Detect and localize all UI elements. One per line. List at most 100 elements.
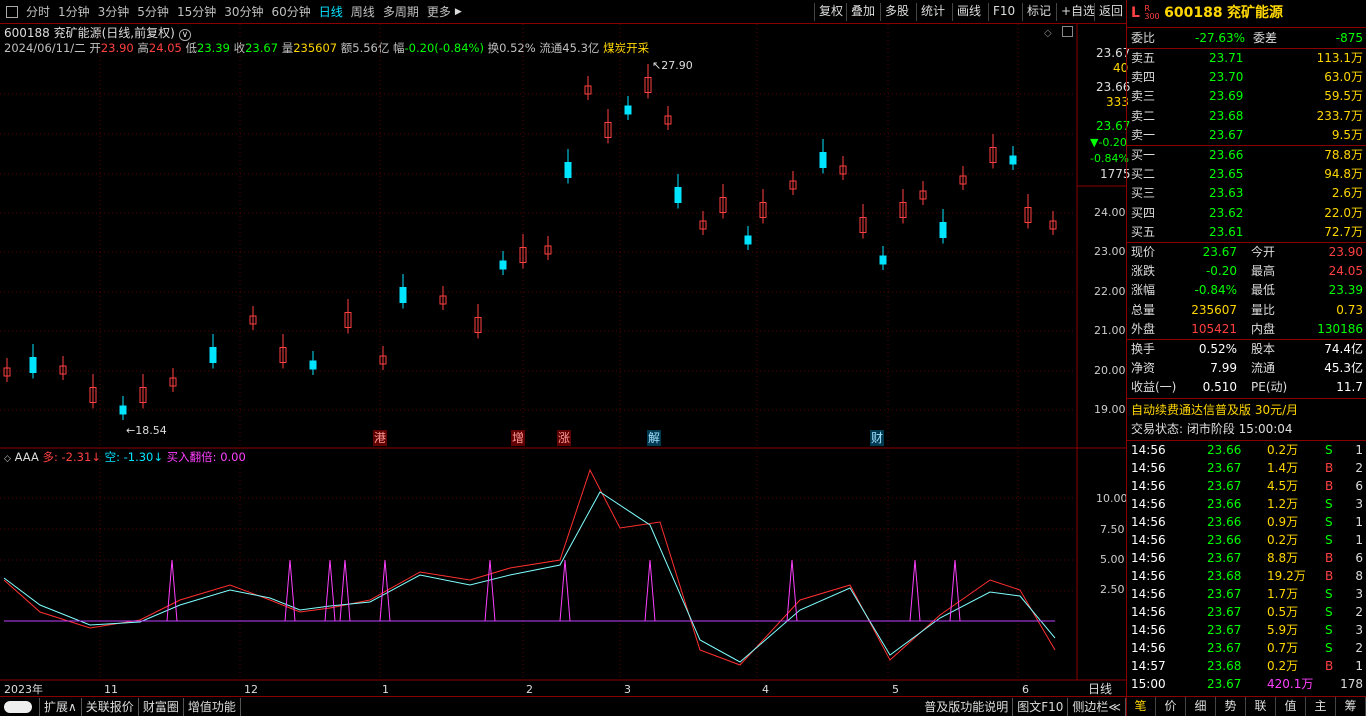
tick-row[interactable]: 14:57 23.68 0.2万 B 1 (1131, 657, 1363, 676)
bid-price: 23.65 (1209, 167, 1244, 182)
related-quote-button[interactable]: 关联报价 (82, 697, 139, 716)
ask-row[interactable]: 卖四 23.70 63.0万 (1131, 68, 1363, 87)
tick-row[interactable]: 14:56 23.67 0.5万 S 2 (1131, 603, 1363, 622)
stat-row[interactable]: 收益(一) 0.510 PE(动) 11.7 (1131, 378, 1363, 397)
quote-label: 量比 (1251, 302, 1276, 317)
stat-value: 0.510 (1202, 380, 1237, 395)
tick-time: 14:56 (1131, 587, 1166, 601)
bid-volume: 2.6万 (1331, 186, 1363, 201)
tick-row[interactable]: 14:56 23.67 0.7万 S 2 (1131, 639, 1363, 658)
bid-row[interactable]: 买四 23.62 22.0万 (1131, 204, 1363, 223)
quote-row[interactable]: 外盘 105421 内盘 130186 (1131, 320, 1363, 339)
event-marker-limit[interactable]: 涨 (557, 430, 572, 446)
panel-tab[interactable]: 细 (1186, 697, 1216, 716)
stat-label: PE(动) (1251, 380, 1288, 395)
toggle-switch[interactable] (0, 697, 40, 716)
ask-price: 23.69 (1209, 89, 1244, 104)
ask-row[interactable]: 卖五 23.71 113.1万 (1131, 49, 1363, 68)
quote-value: -0.84% (1194, 283, 1237, 298)
expand-button[interactable]: 扩展∧ (40, 697, 82, 716)
buy-signal-spike (484, 559, 496, 622)
tick-row[interactable]: 14:56 23.67 8.8万 B 6 (1131, 549, 1363, 568)
tick-volume: 4.5万 (1267, 479, 1299, 493)
tick-row[interactable]: 14:56 23.67 5.9万 S 3 (1131, 621, 1363, 640)
candle-body (819, 152, 827, 168)
indicator-header[interactable]: ◇ AAA 多: -2.31↓ 空: -1.30↓ 买入翻倍: 0.00 (4, 448, 246, 467)
bid-price: 23.66 (1209, 148, 1244, 162)
quote-row[interactable]: 涨幅 -0.84% 最低 23.39 (1131, 281, 1363, 300)
tick-row[interactable]: 14:56 23.66 1.2万 S 3 (1131, 495, 1363, 514)
candle-body (309, 360, 317, 370)
tick-row[interactable]: 14:56 23.66 0.2万 S 1 (1131, 441, 1363, 460)
panel-tab[interactable]: 价 (1156, 697, 1186, 716)
tick-volume: 0.7万 (1267, 641, 1299, 655)
sidebar-toggle[interactable]: 侧边栏≪ (1068, 697, 1126, 716)
panel-tab[interactable]: 势 (1216, 697, 1246, 716)
tick-time: 14:56 (1131, 569, 1166, 583)
ask-price: 23.67 (1209, 127, 1244, 142)
panel-tab[interactable]: 筹 (1336, 697, 1366, 716)
bid-price: 23.61 (1209, 224, 1244, 239)
tick-count: 1 (1355, 533, 1363, 547)
tick-price: 23.66 (1207, 515, 1242, 529)
tick-row[interactable]: 14:56 23.66 0.9万 S 1 (1131, 513, 1363, 532)
indicator-tick: 2.50 (1100, 583, 1125, 596)
panel-tab[interactable]: 联 (1246, 697, 1276, 716)
bottom-bar: 扩展∧ 关联报价 财富圈 增值功能 普及版功能说明 图文F10 侧边栏≪ (0, 696, 1126, 716)
chart-area (0, 24, 1126, 681)
ask-row[interactable]: 卖二 23.68 233.7万 (1131, 107, 1363, 126)
stat-value: 11.7 (1336, 380, 1363, 395)
tick-row[interactable]: 14:56 23.66 0.2万 S 1 (1131, 531, 1363, 550)
stat-value: 7.99 (1210, 361, 1237, 376)
candle-body (499, 260, 507, 270)
bid-row[interactable]: 买三 23.63 2.6万 (1131, 184, 1363, 203)
stat-row[interactable]: 净资 7.99 流通 45.3亿 (1131, 359, 1363, 378)
tick-side: S (1325, 533, 1333, 547)
tick-row[interactable]: 14:56 23.67 1.7万 S 3 (1131, 585, 1363, 604)
wealth-circle-button[interactable]: 财富圈 (139, 697, 184, 716)
quote-label: 总量 (1131, 302, 1156, 317)
promo-row[interactable]: 自动续费通达信普及版 30元/月 (1131, 401, 1298, 420)
ask-row[interactable]: 卖三 23.69 59.5万 (1131, 87, 1363, 106)
tick-row[interactable]: 14:56 23.67 4.5万 B 6 (1131, 477, 1363, 496)
bid-label: 买四 (1131, 205, 1156, 220)
tick-side: S (1325, 515, 1333, 529)
panel-tab[interactable]: 主 (1306, 697, 1336, 716)
bid-row[interactable]: 买一 23.66 78.8万 (1131, 146, 1363, 165)
quote-row[interactable]: 总量 235607 量比 0.73 (1131, 301, 1363, 320)
candle-body (399, 287, 407, 303)
bid-row[interactable]: 买二 23.65 94.8万 (1131, 165, 1363, 184)
bid-row[interactable]: 买五 23.61 72.7万 (1131, 223, 1363, 242)
tick-count: 6 (1355, 479, 1363, 493)
quote-row[interactable]: 现价 23.67 今开 23.90 (1131, 243, 1363, 262)
candle-body (564, 162, 572, 178)
tick-volume: 0.9万 (1267, 515, 1299, 529)
ask-label: 卖四 (1131, 70, 1156, 85)
tick-row[interactable]: 14:56 23.68 19.2万 B 8 (1131, 567, 1363, 586)
low-marker: ←18.54 (126, 424, 167, 437)
tick-volume: 0.5万 (1267, 605, 1299, 619)
ask-volume: 63.0万 (1324, 70, 1363, 85)
event-marker-unlock[interactable]: 解 (647, 430, 662, 446)
event-marker-finance[interactable]: 财 (870, 430, 885, 446)
candle-body (209, 347, 217, 363)
quote-value: 235607 (1191, 302, 1237, 317)
stat-row[interactable]: 换手 0.52% 股本 74.4亿 (1131, 340, 1363, 359)
tick-row[interactable]: 14:56 23.67 1.4万 B 2 (1131, 459, 1363, 478)
tick-row[interactable]: 15:00 23.67 420.1万 178 (1131, 675, 1363, 694)
quote-label: 今开 (1251, 245, 1276, 259)
tick-time: 14:56 (1131, 533, 1166, 547)
event-marker-hk[interactable]: 港 (373, 430, 388, 446)
tick-price: 23.67 (1207, 623, 1242, 637)
panel-tab[interactable]: 笔 (1126, 697, 1156, 716)
tick-price: 23.68 (1207, 659, 1242, 673)
stat-value: 45.3亿 (1324, 361, 1363, 376)
tick-volume: 5.9万 (1267, 623, 1299, 637)
help-link[interactable]: 普及版功能说明 (920, 697, 1014, 716)
panel-tab[interactable]: 值 (1276, 697, 1306, 716)
ask-row[interactable]: 卖一 23.67 9.5万 (1131, 126, 1363, 145)
quote-row[interactable]: 涨跌 -0.20 最高 24.05 (1131, 262, 1363, 281)
f10-link[interactable]: 图文F10 (1013, 697, 1069, 716)
value-added-button[interactable]: 增值功能 (184, 697, 241, 716)
event-marker-add[interactable]: 增 (511, 430, 526, 446)
